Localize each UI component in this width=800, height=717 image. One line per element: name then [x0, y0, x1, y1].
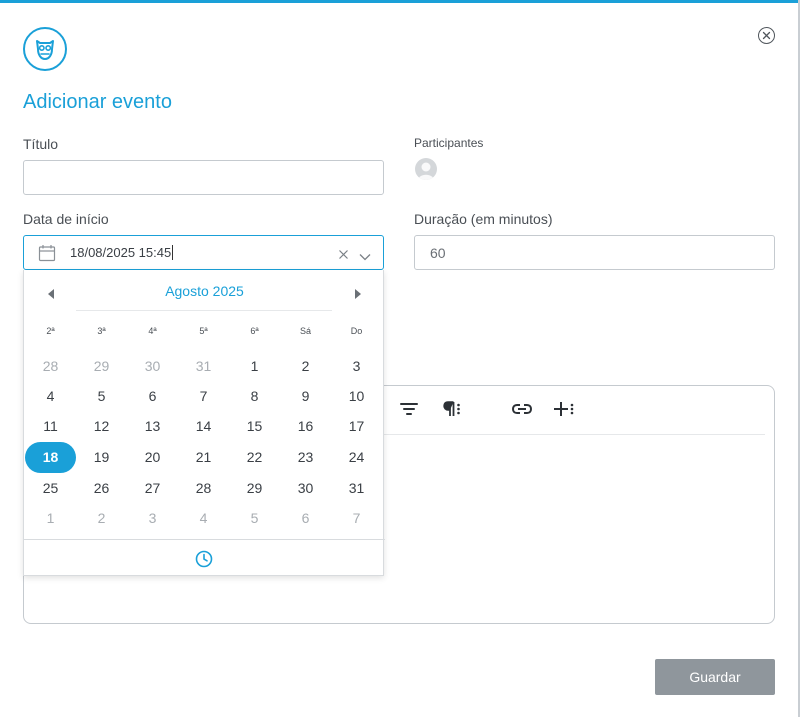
chevron-down-icon[interactable] [359, 248, 371, 266]
dialog-title: Adicionar evento [23, 91, 172, 113]
text-align-icon[interactable] [399, 398, 419, 420]
weekday-header: 6ª [250, 326, 259, 336]
month-header-underline [76, 310, 332, 311]
participants-label: Participantes [414, 136, 484, 150]
start-date-value[interactable]: 18/08/2025 15:45 [70, 245, 174, 260]
link-icon[interactable] [511, 398, 533, 420]
calendar-day[interactable]: 29 [76, 351, 127, 382]
weekday-header: 2ª [46, 326, 55, 336]
duration-label: Duração (em minutos) [414, 211, 553, 227]
calendar-day[interactable]: 27 [127, 473, 178, 504]
calendar-day[interactable]: 24 [331, 442, 382, 473]
calendar-day[interactable]: 1 [229, 351, 280, 382]
calendar-day[interactable]: 22 [229, 442, 280, 473]
weekday-header: 3ª [97, 326, 106, 336]
calendar-day[interactable]: 3 [127, 503, 178, 534]
calendar-day[interactable]: 7 [178, 381, 229, 412]
calendar-day[interactable]: 31 [331, 473, 382, 504]
calendar-day[interactable]: 12 [76, 411, 127, 442]
calendar-day[interactable]: 4 [178, 503, 229, 534]
close-icon[interactable] [758, 27, 775, 44]
dialog-top-accent [0, 0, 800, 3]
calendar-day[interactable]: 9 [280, 381, 331, 412]
save-button[interactable]: Guardar [655, 659, 775, 695]
calendar-day[interactable]: 3 [331, 351, 382, 382]
insert-options-icon[interactable] [553, 398, 575, 420]
calendar-day[interactable]: 10 [331, 381, 382, 412]
calendar-day[interactable]: 28 [178, 473, 229, 504]
calendar-day[interactable]: 6 [280, 503, 331, 534]
participant-avatar-icon[interactable] [415, 158, 437, 180]
weekday-header: 5ª [199, 326, 208, 336]
title-input[interactable] [23, 160, 384, 195]
date-picker-popup: Agosto 2025 2ª 3ª 4ª 5ª 6ª Sá Do 28 29 30 31 1 2 3 4 5 6… [23, 270, 385, 576]
calendar-day[interactable]: 5 [76, 381, 127, 412]
weekday-header: 4ª [148, 326, 157, 336]
calendar-day[interactable]: 25 [25, 473, 76, 504]
calendar-day[interactable]: 19 [76, 442, 127, 473]
clock-icon[interactable] [195, 550, 213, 573]
month-year-label[interactable]: Agosto 2025 [24, 283, 385, 299]
calendar-day[interactable]: 17 [331, 411, 382, 442]
weekday-header: Sá [299, 326, 311, 336]
date-picker-footer-divider [24, 539, 385, 540]
calendar-day[interactable]: 7 [331, 503, 382, 534]
calendar-day[interactable]: 6 [127, 381, 178, 412]
calendar-day[interactable]: 2 [76, 503, 127, 534]
duration-input[interactable]: 60 [414, 235, 775, 270]
clear-icon[interactable] [338, 247, 349, 265]
calendar-day[interactable]: 11 [25, 411, 76, 442]
calendar-day[interactable]: 15 [229, 411, 280, 442]
calendar-day[interactable]: 23 [280, 442, 331, 473]
title-label: Título [23, 136, 59, 152]
next-month-icon[interactable] [354, 286, 362, 304]
calendar-day[interactable]: 4 [25, 381, 76, 412]
calendar-day[interactable]: 31 [178, 351, 229, 382]
calendar-day[interactable]: 21 [178, 442, 229, 473]
start-date-label: Data de início [23, 211, 109, 227]
calendar-day[interactable]: 14 [178, 411, 229, 442]
paragraph-options-icon[interactable] [442, 398, 462, 420]
calendar-day[interactable]: 5 [229, 503, 280, 534]
weekday-header: Do [350, 326, 363, 336]
calendar-icon [38, 244, 56, 267]
calendar-day[interactable]: 8 [229, 381, 280, 412]
calendar-day[interactable]: 29 [229, 473, 280, 504]
calendar-day[interactable]: 20 [127, 442, 178, 473]
calendar-day[interactable]: 30 [127, 351, 178, 382]
calendar-day[interactable]: 13 [127, 411, 178, 442]
start-date-input[interactable]: 18/08/2025 15:45 [23, 235, 384, 270]
calendar-day[interactable]: 1 [25, 503, 76, 534]
owl-logo-icon [23, 27, 67, 71]
selected-day[interactable]: 18 [25, 442, 76, 473]
calendar-day[interactable]: 16 [280, 411, 331, 442]
calendar-day[interactable]: 30 [280, 473, 331, 504]
calendar-day[interactable]: 26 [76, 473, 127, 504]
calendar-day[interactable]: 2 [280, 351, 331, 382]
editor-toolbar-divider [384, 434, 765, 435]
calendar-day[interactable]: 28 [25, 351, 76, 382]
